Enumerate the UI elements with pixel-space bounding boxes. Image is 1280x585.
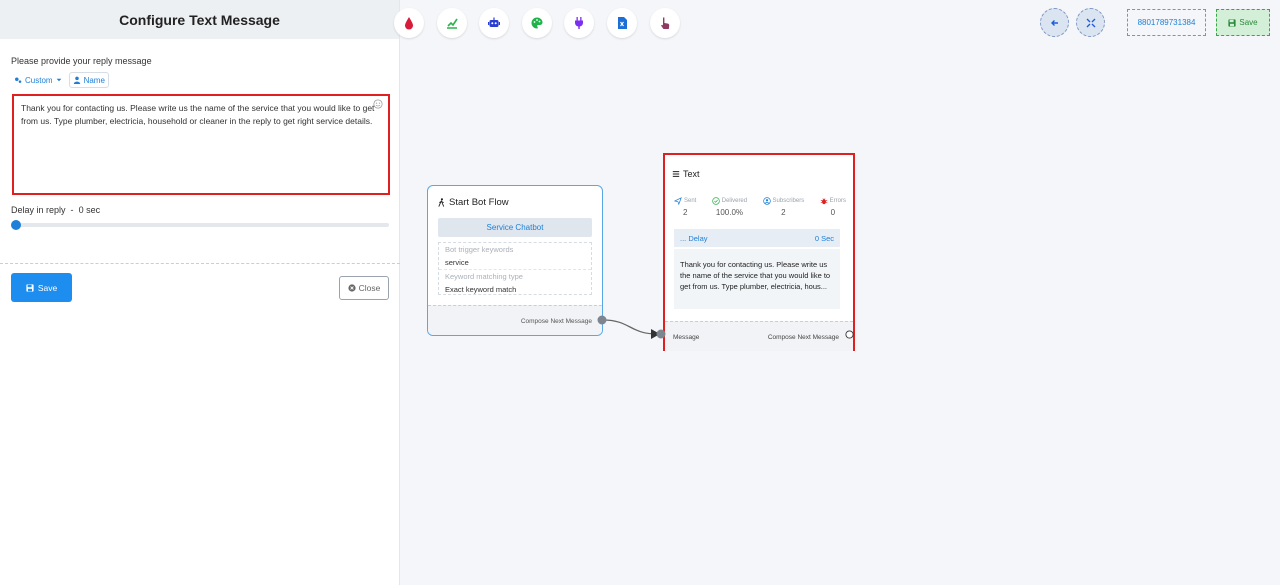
bug-icon [820, 198, 827, 205]
stat-sent-value: 2 [682, 208, 688, 217]
name-label: Name [83, 75, 105, 85]
tool-file[interactable] [607, 8, 637, 38]
tool-robot[interactable] [479, 8, 509, 38]
start-node-footer: Compose Next Message [428, 305, 602, 335]
text-node-title-text: Text [683, 169, 700, 179]
stat-sent-label: Sent [684, 198, 697, 204]
compose-next-label: Compose Next Message [520, 318, 592, 325]
back-button[interactable] [1040, 8, 1069, 37]
node-delay-value: 0 Sec [814, 233, 834, 243]
close-circle-icon [348, 284, 356, 292]
stat-subscribers-label: Subscribers [772, 198, 805, 204]
node-delay-label: ... Delay [680, 233, 708, 243]
top-save-button[interactable]: Save [1216, 9, 1270, 36]
delay-value: 0 sec [78, 205, 101, 215]
text-message-node[interactable]: Text Sent 2 Delivered 100.0% Subscribers… [663, 153, 855, 351]
start-node-title-text: Start Bot Flow [449, 197, 509, 208]
walking-icon [438, 198, 445, 207]
floppy-icon [1228, 18, 1236, 27]
stat-sent: Sent 2 [674, 197, 696, 217]
delay-slider-track[interactable] [12, 223, 389, 227]
start-output-port[interactable] [597, 315, 607, 325]
start-node-title: Start Bot Flow [437, 197, 509, 208]
delay-slider-thumb[interactable] [11, 220, 21, 230]
delay-separator: - [70, 205, 74, 215]
keywords-value: service [445, 258, 469, 267]
close-button[interactable]: Close [339, 276, 389, 300]
delay-label: Delay in reply - 0 sec [11, 205, 100, 215]
fit-view-button[interactable] [1076, 8, 1105, 37]
arrow-left-icon [1050, 19, 1058, 26]
service-chatbot-button[interactable]: Service Chatbot [438, 218, 592, 237]
start-bot-flow-node[interactable]: Start Bot Flow Service Chatbot Bot trigg… [427, 185, 603, 336]
tool-palette[interactable] [522, 8, 552, 38]
match-value: Exact keyword match [445, 285, 517, 294]
reply-prompt: Please provide your reply message [11, 56, 152, 66]
list-icon [672, 171, 680, 177]
name-variable-button[interactable]: Name [68, 72, 109, 88]
tool-drop[interactable] [394, 8, 424, 38]
tool-plug[interactable] [564, 8, 594, 38]
panel-title: Configure Text Message [0, 0, 399, 39]
text-output-port[interactable] [845, 330, 854, 339]
text-node-footer: Message Compose Next Message [665, 321, 853, 351]
stat-subscribers-value: 2 [781, 208, 786, 217]
pointer-icon [661, 17, 670, 29]
floppy-icon [26, 283, 34, 292]
cogs-icon [15, 77, 22, 83]
tool-pointer[interactable] [650, 8, 680, 38]
save-button[interactable]: Save [11, 273, 72, 302]
stat-subscribers: Subscribers 2 [762, 197, 805, 217]
custom-label: Custom [25, 75, 53, 85]
reply-text: Thank you for contacting us. Please writ… [21, 103, 375, 126]
message-port-label: Message [673, 334, 700, 341]
user-circle-icon [762, 197, 771, 205]
panel-divider [0, 263, 400, 264]
variable-chips: Custom Name [11, 72, 109, 88]
emoji-icon[interactable] [373, 99, 383, 109]
palette-icon [531, 17, 543, 29]
reply-message-textarea[interactable]: Thank you for contacting us. Please writ… [12, 94, 390, 195]
top-save-label: Save [1239, 18, 1258, 27]
keywords-label: Bot trigger keywords [445, 245, 514, 254]
chart-icon [447, 18, 458, 29]
stat-delivered-label: Delivered [721, 198, 748, 204]
delay-label-text: Delay in reply [11, 205, 66, 215]
send-icon [674, 197, 682, 205]
stat-errors-value: 0 [830, 208, 836, 217]
phone-number[interactable]: 8801789731384 [1127, 9, 1206, 36]
check-circle-icon [712, 197, 720, 205]
text-node-title: Text [672, 169, 700, 179]
plug-icon [575, 17, 583, 29]
message-preview: Thank you for contacting us. Please writ… [674, 249, 840, 309]
keyword-box: Bot trigger keywords service Keyword mat… [438, 242, 592, 295]
delay-row: ... Delay 0 Sec [674, 229, 840, 247]
stats-row: Sent 2 Delivered 100.0% Subscribers 2 Er… [674, 197, 846, 217]
stat-delivered-value: 100.0% [715, 208, 744, 217]
text-input-port[interactable] [656, 329, 666, 339]
user-icon [73, 76, 80, 84]
configure-panel: Configure Text Message Please provide yo… [0, 0, 400, 585]
custom-variable-button[interactable]: Custom [11, 72, 65, 88]
stat-delivered: Delivered 100.0% [712, 197, 747, 217]
caret-down-icon [56, 78, 61, 82]
match-label: Keyword matching type [445, 272, 523, 281]
drop-icon [405, 17, 413, 30]
close-label: Close [358, 283, 381, 293]
robot-icon [488, 17, 500, 27]
compress-icon [1086, 18, 1095, 27]
file-icon [618, 17, 627, 29]
stat-errors: Errors 0 [820, 197, 846, 217]
tool-chart[interactable] [437, 8, 467, 38]
compose-next-label: Compose Next Message [767, 334, 839, 341]
save-label: Save [37, 282, 58, 293]
stat-errors-label: Errors [829, 198, 846, 204]
